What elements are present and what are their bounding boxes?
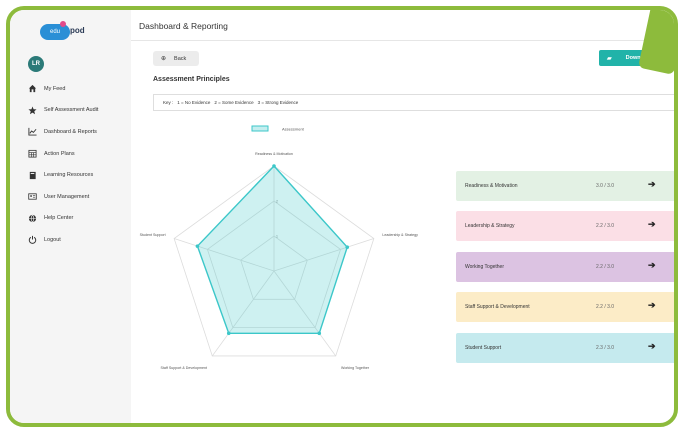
axis-label: Staff Support & Development (161, 366, 207, 370)
sidebar-item-label: Logout (44, 236, 61, 243)
axis-label: Working Together (341, 366, 370, 370)
top-bar: Dashboard & Reporting (131, 10, 674, 41)
card-label: Working Together (465, 264, 505, 270)
sidebar-item-label: Action Plans (44, 150, 75, 157)
card-score: 2.2 / 3.0 (596, 264, 615, 270)
main-content: Dashboard & Reporting ⊕ Back ▰ Download … (131, 10, 674, 423)
sidebar-item-label: Learning Resources (44, 172, 94, 179)
sidebar-item-label: Self Assessment Audit (44, 107, 99, 114)
arrow-right-icon[interactable]: ➔ (648, 341, 656, 352)
data-point (272, 164, 276, 168)
section-title: Assessment Principles (153, 76, 230, 83)
axis-label: Student Support (140, 233, 166, 237)
card-score: 2.3 / 3.0 (596, 345, 615, 351)
sidebar-item-action-plans[interactable]: Action Plans (28, 143, 98, 165)
sidebar-item-label: My Feed (44, 85, 66, 92)
logo-mark: edu (40, 24, 70, 40)
back-button-label: Back (174, 55, 187, 62)
data-point (345, 245, 350, 250)
evidence-key: Key : 1 = No Evidence 2 = Some Evidence … (153, 94, 674, 111)
arrow-right-icon[interactable]: ➔ (648, 219, 656, 230)
sidebar: edu pod LR My Feed Self Assessment Audit… (10, 10, 131, 423)
principle-card-readiness[interactable]: Readiness & Motivation 3.0 / 3.0 ➔ (456, 171, 674, 201)
sidebar-item-user-management[interactable]: User Management (28, 186, 98, 208)
sidebar-item-label: Help Center (44, 215, 74, 222)
legend-swatch (251, 125, 269, 132)
card-label: Student Support (465, 345, 502, 351)
calendar-grid-icon (28, 150, 37, 158)
download-icon: ▰ (607, 55, 612, 62)
arrow-right-icon[interactable]: ➔ (648, 300, 656, 311)
home-icon (28, 85, 37, 93)
arrow-right-icon[interactable]: ➔ (648, 179, 656, 190)
card-score: 3.0 / 3.0 (596, 183, 615, 189)
star-icon (28, 106, 37, 115)
axis-label: Leadership & Strategy (382, 233, 418, 237)
id-card-icon (28, 193, 37, 200)
back-button[interactable]: ⊕ Back (153, 51, 199, 66)
sidebar-nav: My Feed Self Assessment Audit Dashboard … (28, 78, 98, 251)
sidebar-item-logout[interactable]: Logout (28, 229, 98, 251)
card-label: Staff Support & Development (465, 304, 530, 310)
data-point (317, 331, 322, 336)
user-avatar[interactable]: LR (28, 56, 44, 72)
app-logo[interactable]: edu pod (40, 21, 104, 40)
series-area (196, 164, 349, 334)
card-label: Leadership & Strategy (465, 223, 515, 229)
legend-label: Assessment (282, 127, 305, 132)
logo-dot (60, 21, 66, 27)
back-arrow-icon: ⊕ (161, 56, 167, 62)
sidebar-item-help-center[interactable]: Help Center (28, 208, 98, 230)
page-title: Dashboard & Reporting (139, 21, 228, 31)
logo-text: pod (70, 26, 85, 35)
sidebar-item-label: User Management (44, 193, 90, 200)
sidebar-item-self-assessment[interactable]: Self Assessment Audit (28, 100, 98, 122)
sidebar-item-learning-resources[interactable]: Learning Resources (28, 164, 98, 186)
key-item: 1 = No Evidence (177, 100, 211, 105)
key-item: 3 = Strong Evidence (257, 100, 299, 105)
chart-line-icon (28, 128, 37, 137)
key-prefix: Key : (163, 100, 174, 105)
principle-card-staff-support[interactable]: Staff Support & Development 2.2 / 3.0 ➔ (456, 292, 674, 322)
principle-card-leadership[interactable]: Leadership & Strategy 2.2 / 3.0 ➔ (456, 211, 674, 241)
card-label: Readiness & Motivation (465, 183, 518, 189)
arrow-right-icon[interactable]: ➔ (648, 260, 656, 271)
key-item: 2 = Some Evidence (214, 100, 254, 105)
sidebar-item-label: Dashboard & Reports (44, 128, 97, 135)
sidebar-item-my-feed[interactable]: My Feed (28, 78, 98, 100)
card-score: 2.2 / 3.0 (596, 223, 615, 229)
axis-label: Readiness & Motivation (255, 152, 293, 156)
device-frame: edu pod LR My Feed Self Assessment Audit… (6, 6, 678, 427)
principle-card-working-together[interactable]: Working Together 2.2 / 3.0 ➔ (456, 252, 674, 282)
card-score: 2.2 / 3.0 (596, 304, 615, 310)
principle-card-student-support[interactable]: Student Support 2.3 / 3.0 ➔ (456, 333, 674, 363)
power-icon (28, 236, 37, 245)
assessment-radar-chart: Assessment12Readiness & MotivationLeader… (140, 125, 418, 370)
book-icon (29, 171, 36, 179)
globe-icon (28, 214, 37, 223)
sidebar-item-dashboard[interactable]: Dashboard & Reports (28, 121, 98, 143)
data-point (195, 244, 200, 248)
data-point (226, 331, 231, 336)
